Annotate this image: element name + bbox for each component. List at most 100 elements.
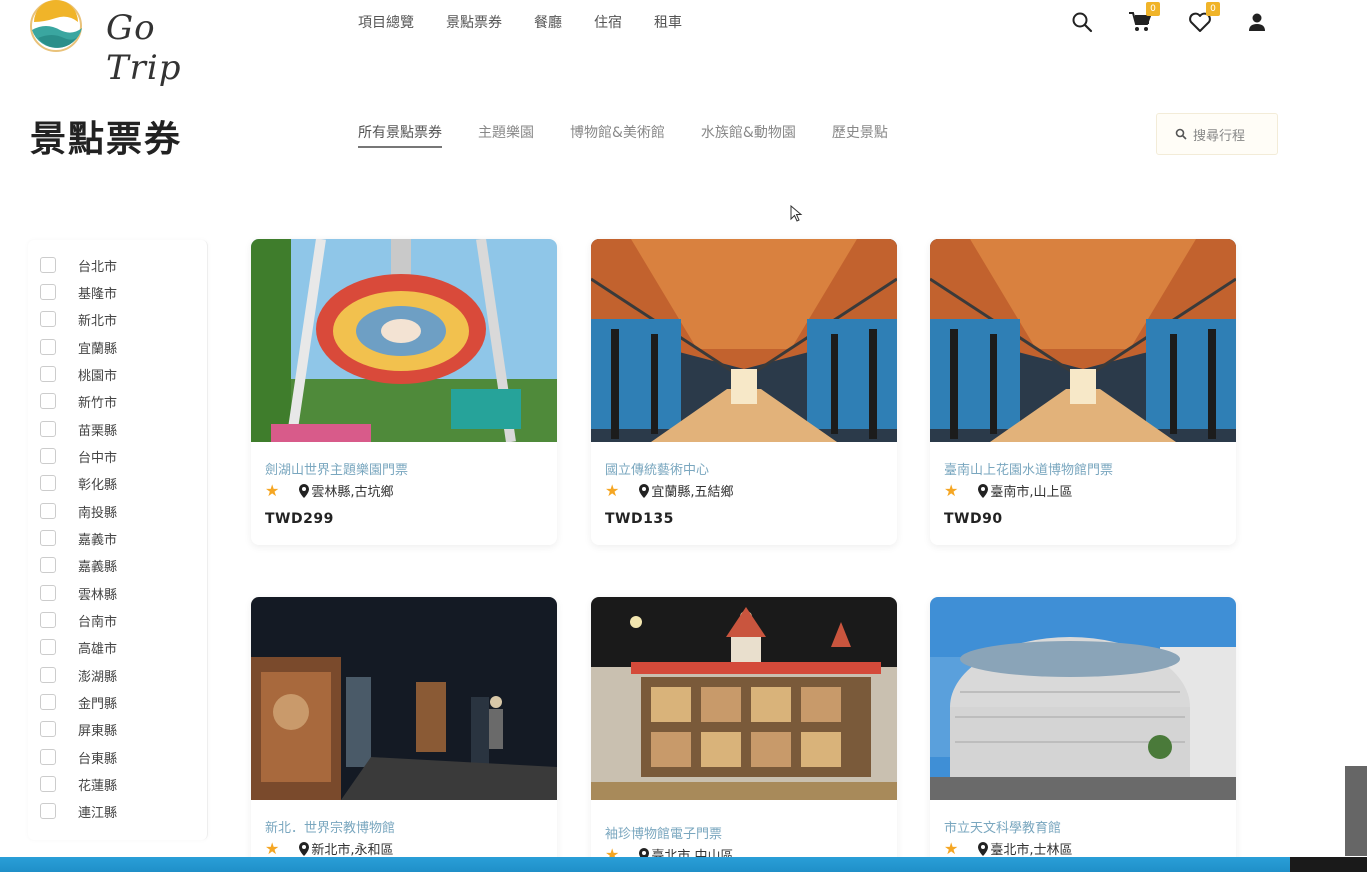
- region-label: 連江縣: [78, 805, 118, 821]
- attraction-card[interactable]: 袖珍博物館電子門票 ★ 臺北市,中山區: [591, 597, 897, 872]
- attraction-card[interactable]: 新北．世界宗教博物館 ★ 新北市,永和區: [251, 597, 557, 872]
- region-checkbox[interactable]: [40, 803, 56, 819]
- region-label: 彰化縣: [78, 477, 118, 493]
- attraction-card[interactable]: 臺南山上花園水道博物館門票 ★ 臺南市,山上區 TWD90: [930, 239, 1236, 545]
- region-filter-item[interactable]: 台中市: [40, 447, 118, 466]
- bottom-bar: [0, 857, 1290, 872]
- region-label: 雲林縣: [78, 587, 118, 603]
- region-filter-item[interactable]: 彰化縣: [40, 474, 118, 493]
- region-filter-item[interactable]: 嘉義市: [40, 529, 118, 548]
- region-filter-item[interactable]: 高雄市: [40, 638, 118, 657]
- nav-lodging[interactable]: 住宿: [594, 12, 622, 32]
- region-filter-item[interactable]: 基隆市: [40, 283, 118, 302]
- region-checkbox[interactable]: [40, 749, 56, 765]
- nav-tickets[interactable]: 景點票券: [446, 12, 502, 32]
- search-icon: [1072, 12, 1093, 33]
- region-checkbox[interactable]: [40, 421, 56, 437]
- nav-restaurants[interactable]: 餐廳: [534, 12, 562, 32]
- region-filter-item[interactable]: 嘉義縣: [40, 556, 117, 575]
- region-checkbox[interactable]: [40, 503, 56, 519]
- attraction-card[interactable]: 國立傳統藝術中心 ★ 宜蘭縣,五結鄉 TWD135: [591, 239, 897, 545]
- region-label: 花蓮縣: [78, 778, 118, 794]
- tab-aquariums-zoos[interactable]: 水族館&動物園: [701, 122, 796, 148]
- region-checkbox[interactable]: [40, 776, 56, 792]
- attraction-photo: [930, 597, 1236, 800]
- star-icon: ★: [944, 481, 959, 500]
- region-label: 基隆市: [78, 286, 118, 302]
- user-icon: [1249, 13, 1265, 31]
- region-checkbox[interactable]: [40, 475, 56, 491]
- region-filter-item[interactable]: 南投縣: [40, 502, 117, 521]
- region-filter-item[interactable]: 澎湖縣: [40, 666, 118, 685]
- tab-historic-sites[interactable]: 歷史景點: [832, 122, 888, 148]
- nav-car-rental[interactable]: 租車: [654, 12, 682, 32]
- region-filter-item[interactable]: 苗栗縣: [40, 420, 117, 439]
- location-pin-icon: [978, 841, 989, 856]
- region-filter-item[interactable]: 桃園市: [40, 365, 118, 384]
- region-label: 新竹市: [78, 395, 118, 411]
- cart-button[interactable]: 0: [1126, 2, 1160, 36]
- region-checkbox[interactable]: [40, 311, 56, 327]
- region-checkbox[interactable]: [40, 721, 56, 737]
- attraction-photo: [251, 239, 557, 442]
- tab-theme-parks[interactable]: 主題樂園: [478, 122, 534, 148]
- region-filter-item[interactable]: 新北市: [40, 310, 117, 329]
- star-icon: ★: [944, 839, 959, 858]
- attraction-title: 袖珍博物館電子門票: [605, 827, 723, 842]
- region-filter-item[interactable]: 金門縣: [40, 693, 118, 712]
- region-label: 台東縣: [78, 751, 118, 767]
- region-filter-item[interactable]: 花蓮縣: [40, 775, 118, 794]
- nav-overview[interactable]: 項目總覽: [358, 12, 414, 32]
- region-checkbox[interactable]: [40, 585, 56, 601]
- region-filter-item[interactable]: 雲林縣: [40, 584, 118, 603]
- attraction-card[interactable]: 劍湖山世界主題樂園門票 ★ 雲林縣,古坑鄉 TWD299: [251, 239, 557, 545]
- side-scroll-widget[interactable]: [1345, 766, 1367, 856]
- region-label: 嘉義市: [78, 532, 118, 548]
- region-filter-item[interactable]: 連江縣: [40, 802, 118, 821]
- region-checkbox[interactable]: [40, 339, 56, 355]
- region-label: 高雄市: [78, 641, 118, 657]
- region-checkbox[interactable]: [40, 639, 56, 655]
- attraction-title: 新北．世界宗教博物館: [265, 821, 396, 836]
- region-filter-item[interactable]: 宜蘭縣: [40, 338, 117, 357]
- attraction-location: 雲林縣,古坑鄉: [311, 485, 394, 500]
- region-checkbox[interactable]: [40, 530, 56, 546]
- region-checkbox[interactable]: [40, 393, 56, 409]
- region-filter-item[interactable]: 台東縣: [40, 748, 118, 767]
- location-pin-icon: [978, 483, 989, 498]
- brand-name: Go Trip: [106, 8, 182, 88]
- region-label: 台中市: [78, 450, 118, 466]
- logo[interactable]: Go Trip: [28, 0, 228, 88]
- location-pin-icon: [299, 483, 310, 498]
- attraction-title: 劍湖山世界主題樂園門票: [265, 463, 409, 478]
- region-label: 澎湖縣: [78, 669, 118, 685]
- tab-museums[interactable]: 博物館&美術館: [570, 122, 665, 148]
- attraction-title: 市立天文科學教育館: [944, 821, 1062, 836]
- region-label: 金門縣: [78, 696, 118, 712]
- region-checkbox[interactable]: [40, 284, 56, 300]
- region-checkbox[interactable]: [40, 667, 56, 683]
- region-checkbox[interactable]: [40, 557, 56, 573]
- region-filter-item[interactable]: 台南市: [40, 611, 117, 630]
- region-checkbox[interactable]: [40, 366, 56, 382]
- region-checkbox[interactable]: [40, 448, 56, 464]
- region-checkbox[interactable]: [40, 257, 56, 273]
- region-filter-item[interactable]: 屏東縣: [40, 720, 117, 739]
- attraction-location: 宜蘭縣,五結鄉: [651, 485, 734, 500]
- attraction-meta: ★ 臺北市,士林區: [944, 839, 1072, 858]
- attraction-title: 臺南山上花園水道博物館門票: [944, 463, 1114, 478]
- region-checkbox[interactable]: [40, 694, 56, 710]
- region-label: 桃園市: [78, 368, 118, 384]
- attraction-photo: [930, 239, 1236, 442]
- attraction-card[interactable]: 市立天文科學教育館 ★ 臺北市,士林區: [930, 597, 1236, 872]
- trip-search-input[interactable]: 搜尋行程: [1156, 113, 1278, 155]
- tab-all-tickets[interactable]: 所有景點票券: [358, 122, 442, 148]
- account-button[interactable]: [1243, 8, 1271, 36]
- region-filter-item[interactable]: 新竹市: [40, 392, 118, 411]
- search-button[interactable]: [1068, 8, 1096, 36]
- attraction-photo: [251, 597, 557, 800]
- region-checkbox[interactable]: [40, 612, 56, 628]
- wishlist-button[interactable]: 0: [1186, 2, 1220, 36]
- region-filter-item[interactable]: 台北市: [40, 256, 118, 275]
- region-label: 台北市: [78, 259, 118, 275]
